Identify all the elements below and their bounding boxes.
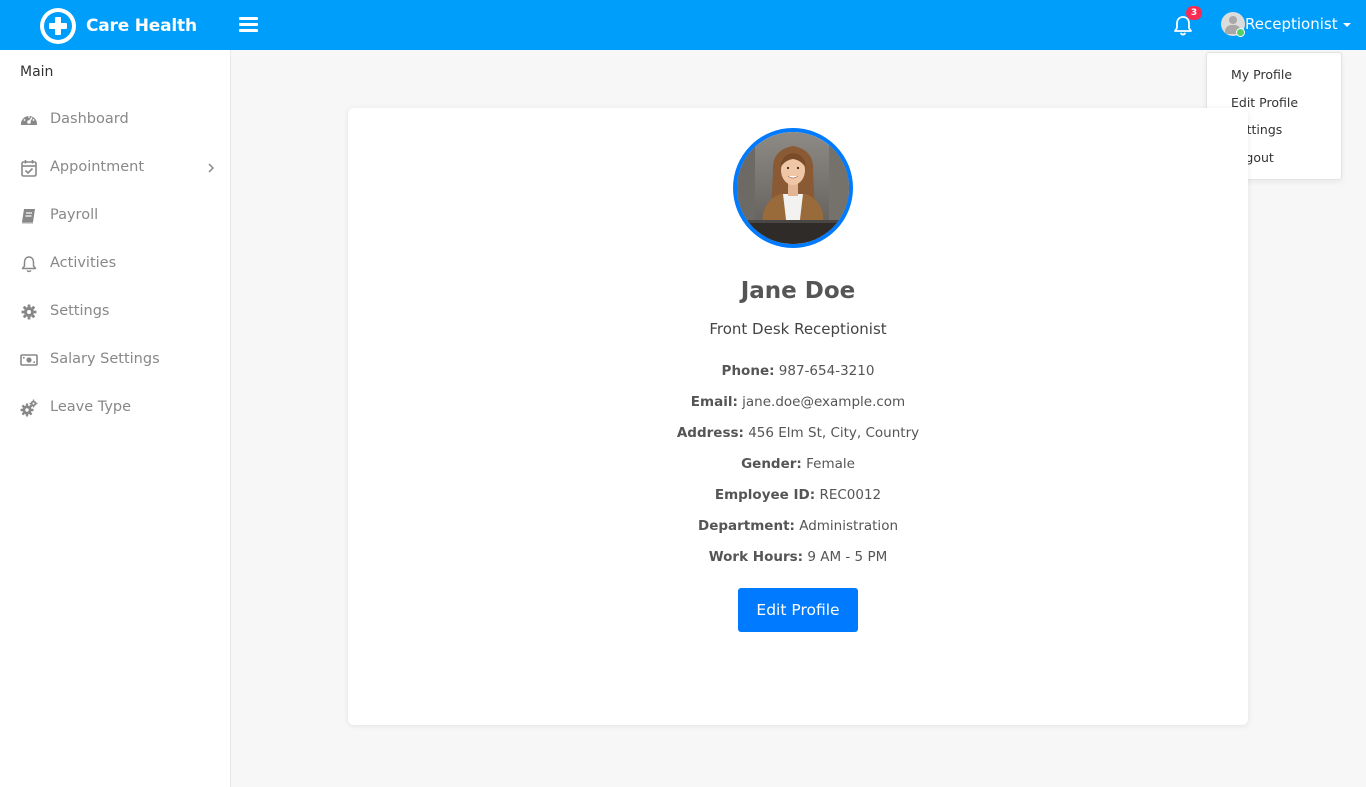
profile-job-title: Front Desk Receptionist — [709, 320, 887, 338]
field-value: 9 AM - 5 PM — [807, 549, 888, 565]
sidebar-item-payroll[interactable]: Payroll — [0, 196, 231, 236]
field-value: jane.doe@example.com — [742, 394, 906, 410]
profile-card: Jane Doe Front Desk Receptionist Phone: … — [348, 108, 1248, 725]
profile-photo — [733, 128, 853, 248]
profile-field-work-hours: Work Hours: 9 AM - 5 PM — [348, 549, 1248, 565]
field-label: Employee ID: — [714, 487, 816, 503]
sidebar: Main Dashboard Appointment Payroll Activ… — [0, 50, 231, 787]
field-value: Administration — [799, 518, 899, 534]
sidebar-item-salary-settings[interactable]: Salary Settings — [0, 340, 231, 380]
sidebar-item-label: Salary Settings — [50, 351, 160, 367]
dropdown-item-my-profile[interactable]: My Profile — [1207, 65, 1341, 93]
field-label: Address: — [676, 425, 744, 441]
user-menu-toggle[interactable]: Receptionist — [1221, 12, 1351, 37]
sidebar-item-label: Settings — [50, 303, 110, 319]
online-status-dot — [1236, 28, 1245, 37]
sidebar-item-label: Dashboard — [50, 111, 129, 127]
dashboard-gauge-icon — [21, 116, 37, 125]
brand-logo-link[interactable]: Care Health — [40, 8, 197, 44]
profile-field-gender: Gender: Female — [348, 456, 1248, 472]
money-bill-icon — [20, 354, 38, 366]
profile-field-department: Department: Administration — [348, 518, 1248, 534]
profile-field-employee-id: Employee ID: REC0012 — [348, 487, 1248, 503]
field-label: Department: — [697, 518, 795, 534]
sidebar-section-title: Main — [20, 64, 54, 80]
brand-name: Care Health — [86, 16, 197, 36]
book-icon — [22, 209, 35, 224]
profile-field-address: Address: 456 Elm St, City, Country — [348, 425, 1248, 441]
profile-field-phone: Phone: 987-654-3210 — [348, 363, 1248, 379]
calendar-check-icon — [21, 160, 37, 177]
sidebar-item-settings[interactable]: Settings — [0, 292, 231, 332]
chevron-right-icon — [208, 163, 215, 173]
field-label: Email: — [690, 394, 738, 410]
field-value: REC0012 — [819, 487, 882, 503]
sidebar-item-dashboard[interactable]: Dashboard — [0, 100, 231, 140]
bell-icon — [21, 256, 37, 273]
field-value: Female — [806, 456, 855, 472]
field-value: 987-654-3210 — [778, 363, 875, 379]
gears-icon — [20, 399, 38, 417]
hamburger-menu-icon[interactable] — [239, 17, 258, 33]
sidebar-item-activities[interactable]: Activities — [0, 244, 231, 284]
notification-count-badge: 3 — [1186, 6, 1202, 20]
sidebar-item-label: Leave Type — [50, 399, 132, 415]
caret-down-icon — [1342, 23, 1351, 27]
profile-name: Jane Doe — [740, 278, 856, 304]
profile-field-email: Email: jane.doe@example.com — [348, 394, 1248, 410]
field-label: Phone: — [721, 363, 775, 379]
user-role-label: Receptionist — [1245, 15, 1338, 33]
medical-cross-logo-icon — [40, 8, 76, 44]
field-label: Gender: — [741, 456, 802, 472]
sidebar-item-leave-type[interactable]: Leave Type — [0, 388, 231, 428]
top-header: Care Health 3 Receptionist — [0, 0, 1366, 50]
sidebar-item-label: Appointment — [50, 159, 145, 175]
user-avatar — [1221, 12, 1245, 37]
edit-profile-button[interactable]: Edit Profile — [738, 588, 858, 632]
sidebar-item-label: Payroll — [50, 207, 99, 223]
field-label: Work Hours: — [708, 549, 804, 565]
gear-icon — [21, 304, 37, 320]
field-value: 456 Elm St, City, Country — [748, 425, 920, 441]
sidebar-item-appointment[interactable]: Appointment — [0, 148, 231, 188]
sidebar-item-label: Activities — [50, 255, 117, 271]
